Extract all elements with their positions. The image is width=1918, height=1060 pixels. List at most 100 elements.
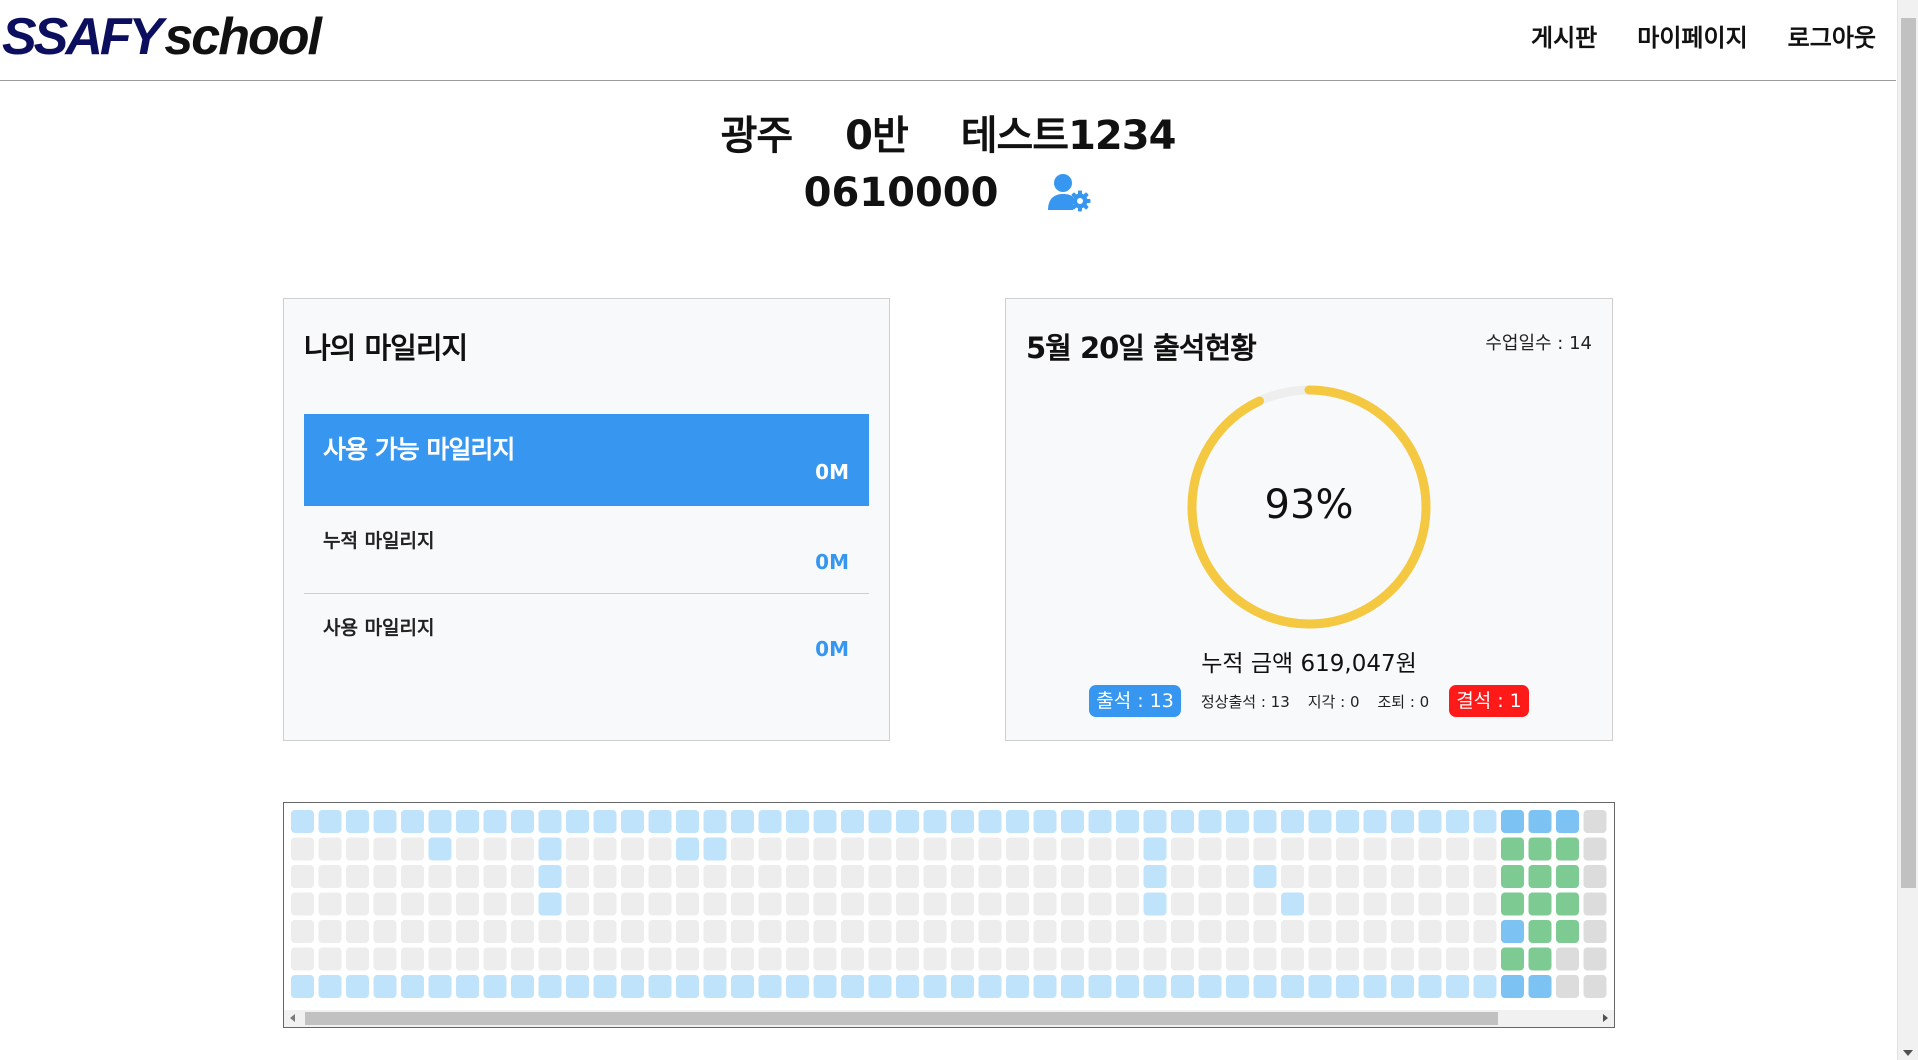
heatmap-cell <box>676 892 699 916</box>
heatmap-cell <box>483 975 507 998</box>
nav-links: 게시판 마이페이지 로그아웃 <box>1531 18 1876 58</box>
accumulated-amount: 누적 금액 619,047원 <box>1201 651 1417 677</box>
heatmap-cell <box>1473 837 1497 861</box>
heatmap-cell <box>346 947 369 971</box>
heatmap-cell <box>511 837 534 861</box>
heatmap-cell <box>593 837 617 861</box>
heatmap-cell <box>538 865 562 888</box>
heatmap-cell <box>456 810 479 833</box>
heatmap-cell <box>1446 865 1469 888</box>
heatmap-cell <box>538 947 562 971</box>
heatmap-cell <box>346 975 369 998</box>
heatmap-cell <box>1446 920 1469 943</box>
user-info-line: 광주 0반 테스트1234 <box>0 103 1896 161</box>
heatmap-cell <box>978 920 1002 943</box>
heatmap-cell <box>1281 920 1304 943</box>
heatmap-cell <box>1198 975 1222 998</box>
heatmap-cell <box>868 920 892 943</box>
scroll-down-arrow-icon[interactable] <box>1903 1050 1913 1056</box>
heatmap-cell <box>291 865 314 888</box>
heatmap-cell <box>1501 975 1524 998</box>
heatmap-cell <box>1198 865 1222 888</box>
heatmap-cell <box>1171 920 1194 943</box>
scroll-right-arrow-icon[interactable] <box>1603 1014 1608 1022</box>
heatmap-cell <box>1171 865 1194 888</box>
available-mileage-label: 사용 가능 마일리지 <box>323 435 515 464</box>
heatmap-cell <box>1528 920 1552 943</box>
heatmap-scrollbar-thumb[interactable] <box>305 1012 1498 1025</box>
heatmap-scrollbar[interactable] <box>284 1010 1614 1027</box>
heatmap-cell <box>951 975 974 998</box>
nav-link-mypage[interactable]: 마이페이지 <box>1637 18 1747 58</box>
heatmap-cell <box>291 920 314 943</box>
heatmap-cell <box>1281 810 1304 833</box>
heatmap-cell <box>813 810 837 833</box>
heatmap-cell <box>1006 865 1029 888</box>
ssafy-logo[interactable]: SSAFY school <box>2 6 322 68</box>
heatmap-cell <box>318 975 342 998</box>
nav-link-board[interactable]: 게시판 <box>1531 18 1597 58</box>
heatmap-cell <box>1033 947 1057 971</box>
page-scrollbar[interactable] <box>1897 0 1918 1060</box>
heatmap-cell <box>1528 892 1552 916</box>
heatmap-cell <box>511 865 534 888</box>
heatmap-cell <box>1006 920 1029 943</box>
heatmap-cell <box>456 865 479 888</box>
available-mileage-value: 0M <box>815 460 849 484</box>
available-mileage-item[interactable]: 사용 가능 마일리지 0M <box>304 414 869 506</box>
heatmap-cell <box>1363 865 1387 888</box>
heatmap-cell <box>318 947 342 971</box>
heatmap-cell <box>951 837 974 861</box>
heatmap-cell <box>1391 947 1414 971</box>
heatmap-cell <box>896 975 919 998</box>
student-id-line: 0610000 <box>0 168 1896 216</box>
heatmap-cell <box>676 947 699 971</box>
heatmap-cell <box>566 975 589 998</box>
heatmap-cell <box>1336 920 1359 943</box>
heatmap-cell <box>593 920 617 943</box>
heatmap-cell <box>1281 865 1304 888</box>
heatmap-cell <box>593 947 617 971</box>
heatmap-cell <box>1061 837 1084 861</box>
attendance-heatmap[interactable] <box>283 802 1615 1028</box>
scroll-left-arrow-icon[interactable] <box>290 1014 295 1022</box>
heatmap-cell <box>758 892 782 916</box>
heatmap-cell <box>593 810 617 833</box>
heatmap-cell <box>978 975 1002 998</box>
nav-link-logout[interactable]: 로그아웃 <box>1788 18 1876 58</box>
heatmap-cell <box>428 892 452 916</box>
heatmap-cell <box>1281 975 1304 998</box>
heatmap-cell <box>1143 810 1167 833</box>
heatmap-cell <box>731 865 754 888</box>
attendance-stats: 출석 : 13 정상출석 : 13 지각 : 0 조퇴 : 0 결석 : 1 <box>1006 685 1612 717</box>
user-cog-icon[interactable] <box>1048 173 1092 213</box>
heatmap-cell <box>593 975 617 998</box>
heatmap-cell <box>841 837 864 861</box>
heatmap-cell <box>318 865 342 888</box>
heatmap-cell <box>786 865 809 888</box>
heatmap-cell <box>758 810 782 833</box>
heatmap-cell <box>566 865 589 888</box>
used-mileage-item[interactable]: 사용 마일리지 0M <box>304 595 869 681</box>
heatmap-cell <box>1501 920 1524 943</box>
heatmap-cell <box>648 865 672 888</box>
heatmap-cell <box>1253 892 1277 916</box>
accumulated-mileage-item[interactable]: 누적 마일리지 0M <box>304 508 869 594</box>
heatmap-cell <box>1198 920 1222 943</box>
heatmap-cell <box>1226 865 1249 888</box>
heatmap-cell <box>1308 975 1332 998</box>
class-days: 수업일수 : 14 <box>1485 333 1592 354</box>
heatmap-cell <box>373 920 397 943</box>
heatmap-cell <box>1363 837 1387 861</box>
heatmap-cell <box>731 837 754 861</box>
heatmap-cell <box>1253 947 1277 971</box>
heatmap-cell <box>1253 810 1277 833</box>
heatmap-cell <box>511 892 534 916</box>
heatmap-cell <box>1583 920 1607 943</box>
page-scrollbar-thumb[interactable] <box>1901 18 1916 888</box>
heatmap-cell <box>758 837 782 861</box>
heatmap-cell <box>868 892 892 916</box>
heatmap-cell <box>1143 865 1167 888</box>
heatmap-cell <box>538 920 562 943</box>
heatmap-cell <box>1308 810 1332 833</box>
